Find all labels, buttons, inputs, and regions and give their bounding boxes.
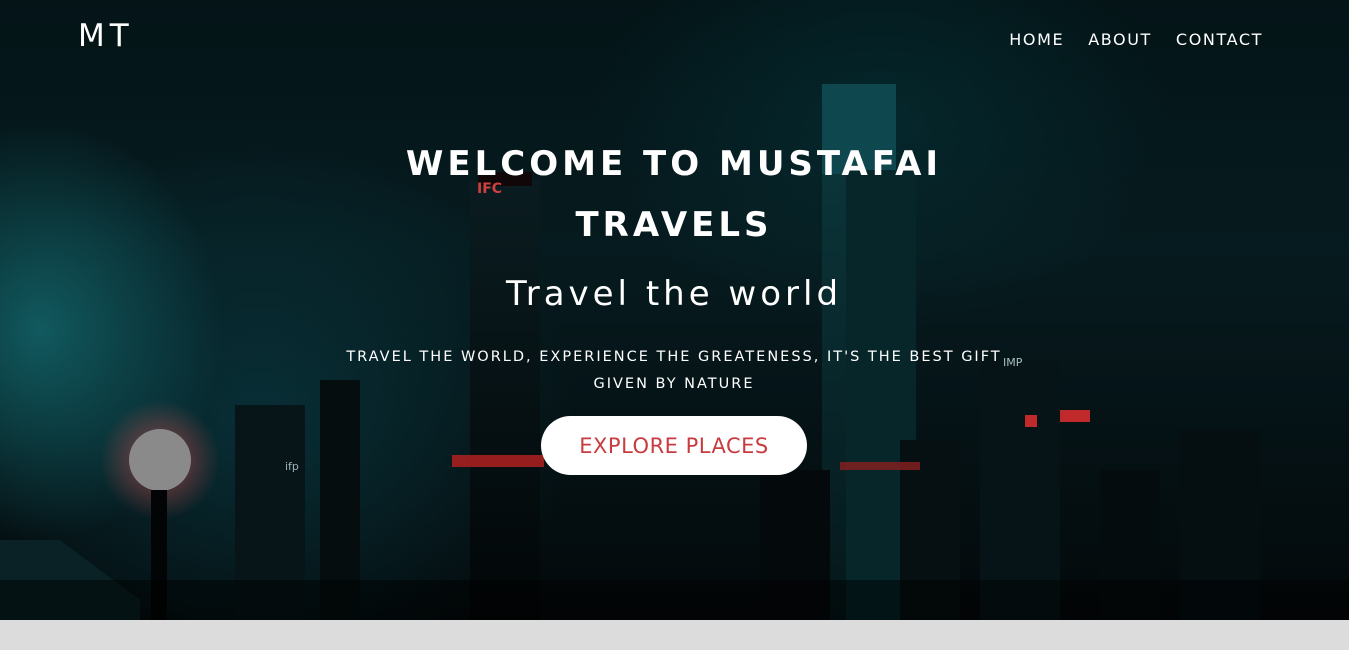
main-nav: HOME ABOUT CONTACT xyxy=(1009,30,1263,49)
nav-contact-link[interactable]: CONTACT xyxy=(1176,30,1263,49)
street-lamp-globe xyxy=(129,429,191,491)
hero-title: WELCOME TO MUSTAFAI TRAVELS xyxy=(405,144,943,245)
hero-section: IFC ifp IMP MT HOME ABOUT CONTACT WELCOM… xyxy=(0,0,1349,620)
nav-about-link[interactable]: ABOUT xyxy=(1088,30,1152,49)
page-bottom-strip xyxy=(0,620,1349,650)
ifp-sign: ifp xyxy=(285,460,299,473)
hero-tagline: TRAVEL THE WORLD, EXPERIENCE THE GREATEN… xyxy=(346,349,1002,392)
imp-sign: IMP xyxy=(1003,356,1023,369)
hero-subtitle: Travel the world xyxy=(505,274,843,314)
brand-logo[interactable]: MT xyxy=(78,18,134,54)
explore-places-button[interactable]: EXPLORE PLACES xyxy=(541,416,807,475)
nav-home-link[interactable]: HOME xyxy=(1009,30,1064,49)
